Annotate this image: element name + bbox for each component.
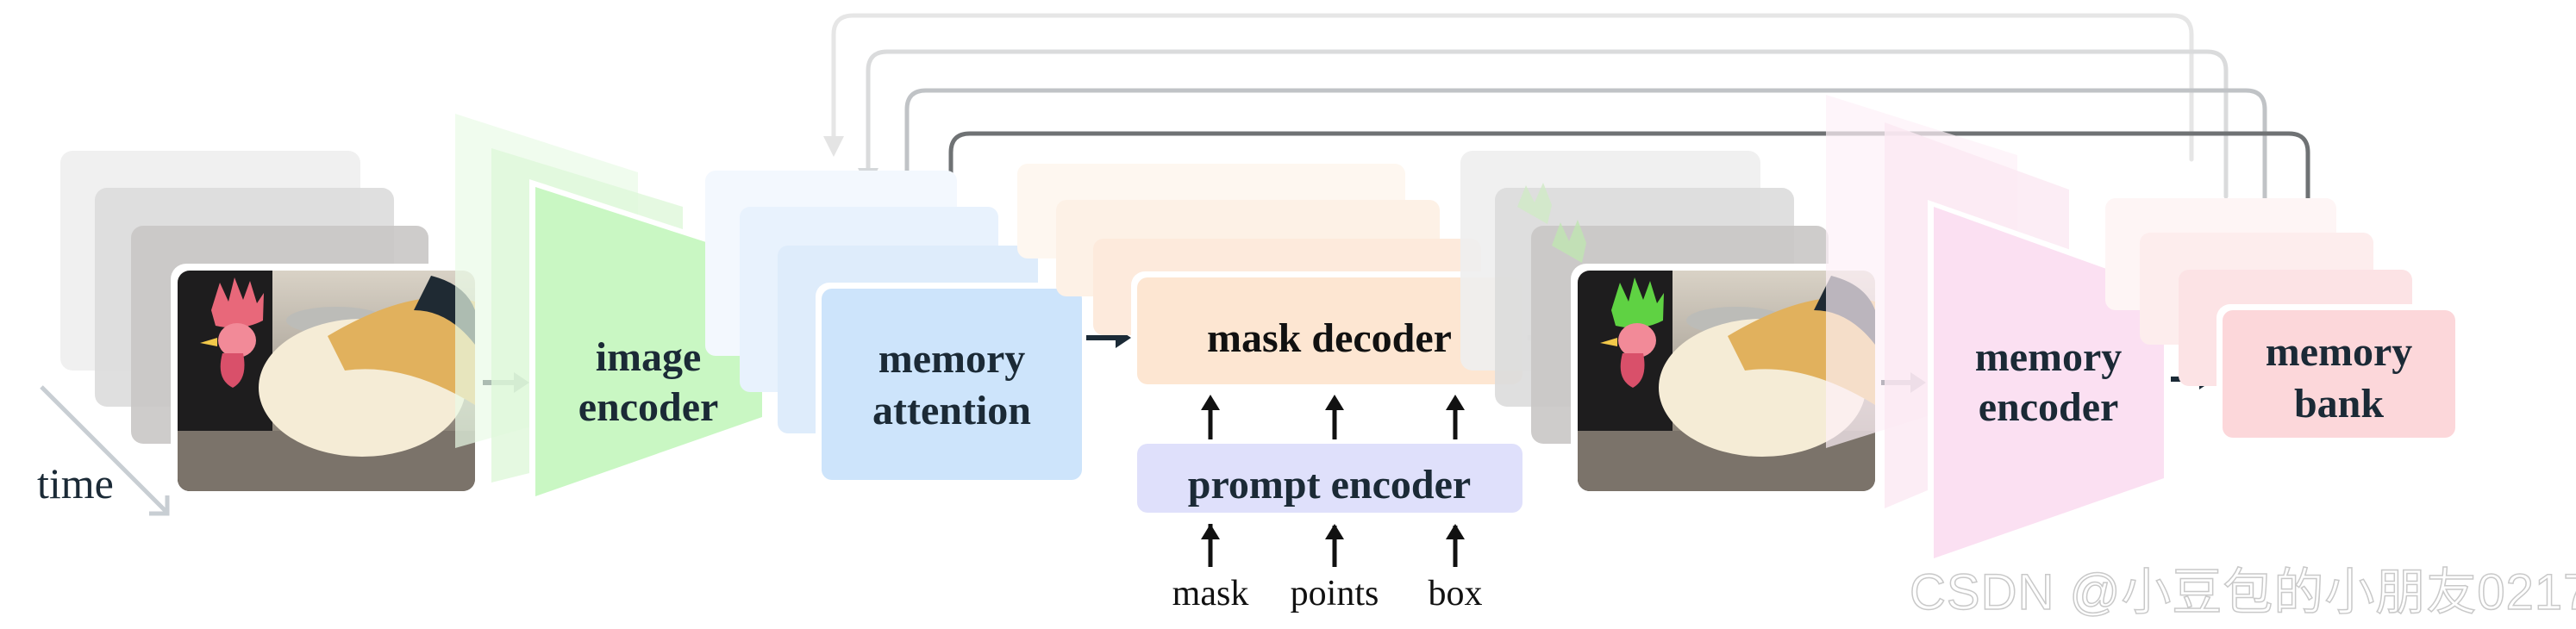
prompt-input-points: points: [1291, 574, 1379, 613]
feedback-line-1: [831, 13, 2194, 162]
watermark: CSDN @小豆包的小朋友0217: [1909, 564, 2576, 621]
memory-attention-label-1: memory: [878, 336, 1026, 382]
memory-attention-label-2: attention: [872, 388, 1031, 433]
prompt-encoder-label: prompt encoder: [1188, 462, 1471, 508]
output-frame-stack: [1460, 151, 1882, 498]
memory-bank-label-1: memory: [2266, 329, 2413, 375]
mask-decoder-stack: mask decoder: [1017, 164, 1529, 390]
memory-encoder-label-2: encoder: [1979, 384, 2119, 430]
feedback-arrowhead-1: [823, 136, 844, 157]
memory-bank-label-2: bank: [2294, 381, 2384, 427]
memory-attention: [822, 289, 1082, 480]
sam2-architecture-diagram: time image encoder memory attention mask…: [37, 13, 2461, 613]
input-frame-stack: [60, 151, 482, 498]
mask-decoder-label: mask decoder: [1207, 315, 1452, 361]
prompt-input-mask: mask: [1172, 574, 1249, 613]
prompt-encoder-group: prompt encoder: [1137, 444, 1522, 513]
prompt-input-arrows: [1201, 524, 1465, 567]
prompt-input-box: box: [1429, 574, 1483, 613]
image-encoder-label-2: encoder: [578, 384, 719, 430]
image-encoder-label-1: image: [596, 334, 702, 380]
memory-encoder-label-1: memory: [1975, 334, 2123, 380]
time-label: time: [37, 459, 114, 508]
prompt-to-decoder-arrows: [1201, 395, 1465, 439]
memory-encoder-stack: memory encoder: [1826, 95, 2169, 565]
input-frame: [178, 271, 475, 491]
